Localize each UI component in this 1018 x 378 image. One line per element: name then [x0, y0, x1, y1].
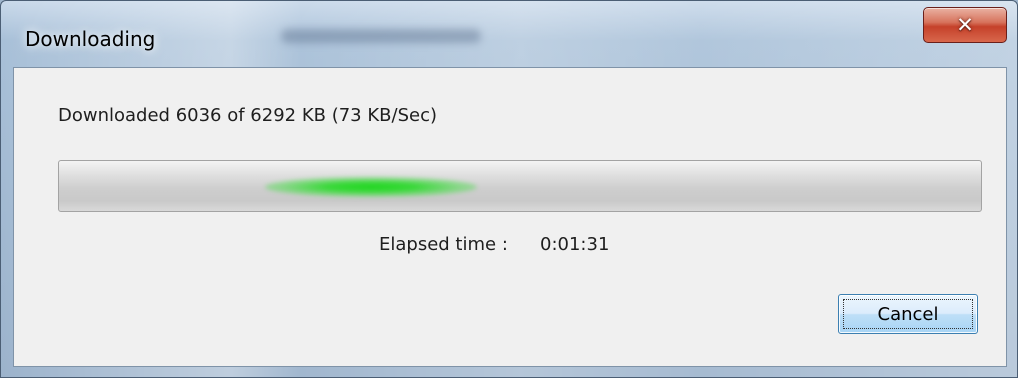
- cancel-button-label: Cancel: [877, 303, 939, 325]
- progress-marquee-glow: [265, 177, 477, 197]
- title-bar-background-blur: [281, 29, 481, 43]
- download-progress-bar: [58, 160, 982, 212]
- download-dialog-window: Downloading ✕ Downloaded 6036 of 6292 KB…: [0, 0, 1018, 378]
- elapsed-time-value: 0:01:31: [540, 234, 610, 255]
- download-status-text: Downloaded 6036 of 6292 KB (73 KB/Sec): [58, 105, 437, 126]
- dialog-content: Downloaded 6036 of 6292 KB (73 KB/Sec) E…: [13, 67, 1007, 367]
- window-title: Downloading: [25, 27, 156, 51]
- close-button[interactable]: ✕: [923, 7, 1007, 43]
- elapsed-time-label: Elapsed time :: [379, 234, 508, 255]
- title-bar[interactable]: Downloading ✕: [1, 1, 1017, 59]
- close-icon: ✕: [956, 12, 974, 37]
- cancel-button[interactable]: Cancel: [838, 294, 978, 334]
